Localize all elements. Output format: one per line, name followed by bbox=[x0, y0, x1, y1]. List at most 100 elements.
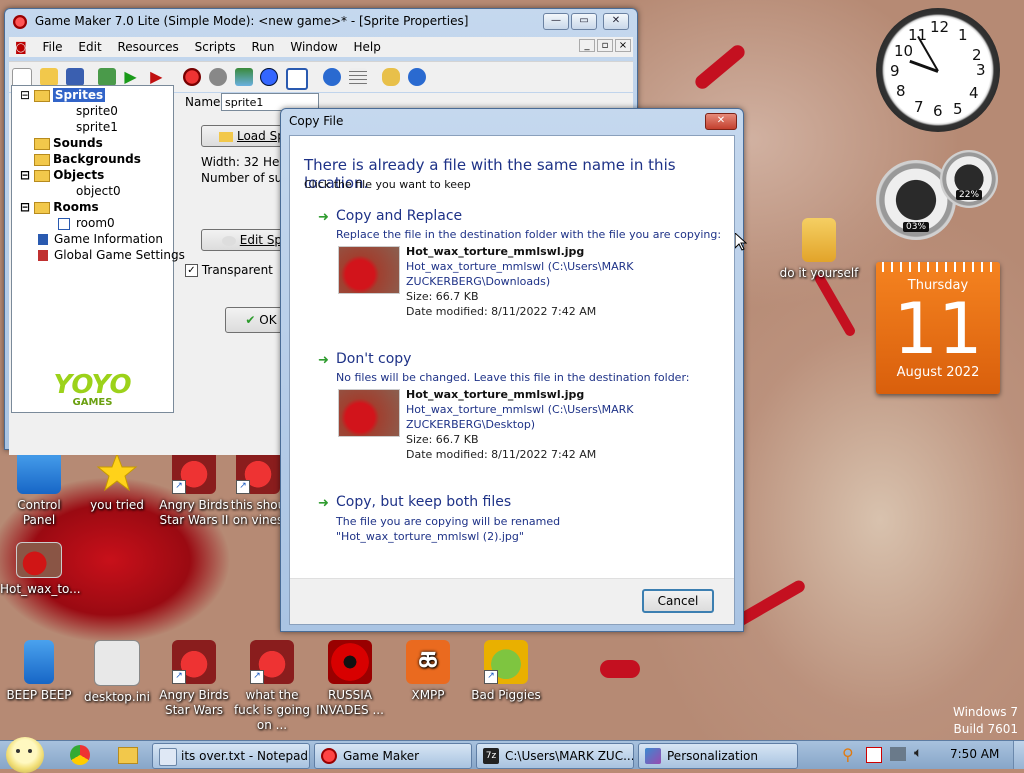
menu-resources[interactable]: Resources bbox=[111, 37, 184, 57]
child-close-button[interactable]: × bbox=[615, 39, 631, 52]
taskbar-button-7zip[interactable]: 7z C:\Users\MARK ZUC... bbox=[476, 743, 634, 769]
tree-node-room0[interactable]: room0 bbox=[58, 216, 115, 231]
desktop-icon-xmpp[interactable]: ཆ XMPP bbox=[389, 640, 467, 703]
desktop-icon-hot-wax[interactable]: Hot_wax_to... bbox=[0, 542, 81, 597]
copy-file-body: There is already a file with the same na… bbox=[289, 135, 735, 625]
minimize-button[interactable]: — bbox=[543, 13, 569, 30]
explorer-icon[interactable] bbox=[118, 747, 138, 764]
shortcut-arrow-icon: ↗ bbox=[484, 670, 498, 684]
option-keep-both[interactable]: ➜ Copy, but keep both files The file you… bbox=[290, 492, 734, 543]
object-icon[interactable] bbox=[260, 68, 279, 86]
transparent-checkbox[interactable]: ✓ Transparent bbox=[185, 263, 273, 277]
taskbar-button-game-maker[interactable]: Game Maker bbox=[314, 743, 472, 769]
menu-help[interactable]: Help bbox=[348, 37, 387, 57]
dialog-close-button[interactable]: ✕ bbox=[705, 113, 737, 130]
menu-file[interactable]: File bbox=[36, 37, 68, 57]
show-desktop-button[interactable] bbox=[1013, 741, 1024, 769]
search-icon[interactable]: ⚲ bbox=[842, 745, 854, 764]
cancel-button[interactable]: Cancel bbox=[642, 589, 714, 613]
menu-window[interactable]: Window bbox=[284, 37, 343, 57]
menu-run[interactable]: Run bbox=[246, 37, 281, 57]
desktop-icon-control-panel[interactable]: Control Panel bbox=[0, 450, 78, 528]
run-debug-icon[interactable]: ▶ bbox=[150, 68, 168, 86]
settings-list-icon[interactable] bbox=[348, 68, 367, 86]
watermark-line1: Windows 7 bbox=[952, 705, 1018, 719]
wax-streak bbox=[813, 272, 857, 338]
memory-meter-gadget[interactable]: 22% bbox=[940, 150, 998, 208]
desktop-icon-angry-birds-star-wars[interactable]: ↗ Angry Birds Star Wars bbox=[155, 640, 233, 718]
desktop-icon-you-tried[interactable]: you tried bbox=[78, 450, 156, 513]
taskbar-button-personalization[interactable]: Personalization bbox=[638, 743, 798, 769]
clock-number: 9 bbox=[890, 62, 900, 80]
clock-number: 1 bbox=[958, 26, 968, 44]
option-subtitle: Replace the file in the destination fold… bbox=[336, 228, 722, 241]
angry-birds-icon: ↗ bbox=[172, 450, 216, 494]
save-icon[interactable] bbox=[65, 68, 84, 86]
file-size: Size: 66.7 KB bbox=[406, 290, 479, 303]
file-path: Hot_wax_torture_mmlswl (C:\Users\MARK ZU… bbox=[406, 260, 634, 288]
info-icon[interactable] bbox=[323, 68, 342, 86]
file-info: Hot_wax_torture_mmlswl.jpg Hot_wax_tortu… bbox=[406, 387, 716, 462]
taskbar-clock[interactable]: 7:50 AM bbox=[950, 747, 999, 761]
copy-file-dialog[interactable]: Copy File ✕ There is already a file with… bbox=[280, 108, 744, 632]
sound-icon[interactable] bbox=[208, 68, 227, 86]
mouse-cursor-icon bbox=[735, 233, 747, 251]
option-dont-copy[interactable]: ➜ Don't copy No files will be changed. L… bbox=[290, 349, 734, 473]
desktop-icon-russia-invades[interactable]: RUSSIA INVADES ... bbox=[311, 640, 389, 718]
tree-node-objects[interactable]: ⊟ Objects bbox=[20, 168, 104, 183]
volume-icon[interactable]: 🔈︎ bbox=[914, 745, 922, 761]
settings-page-icon bbox=[38, 250, 48, 261]
calendar-gadget[interactable]: Thursday 11 August 2022 bbox=[876, 262, 1000, 394]
create-executable-icon[interactable] bbox=[98, 68, 117, 86]
personalization-icon bbox=[645, 748, 661, 764]
copy-file-titlebar[interactable]: Copy File ✕ bbox=[281, 109, 743, 133]
tree-node-sounds[interactable]: Sounds bbox=[34, 136, 103, 151]
chrome-icon[interactable] bbox=[70, 745, 90, 765]
wax-streak bbox=[600, 660, 640, 678]
tree-node-sprite0[interactable]: sprite0 bbox=[76, 104, 118, 119]
info-page-icon bbox=[38, 234, 48, 245]
maximize-button[interactable]: ▭ bbox=[571, 13, 597, 30]
background-icon[interactable] bbox=[234, 68, 253, 86]
desktop-icon-desktop-ini[interactable]: desktop.ini bbox=[78, 640, 156, 705]
document-icon[interactable]: ◙ bbox=[9, 37, 33, 57]
checkmark-icon: ✔ bbox=[245, 313, 256, 327]
run-icon[interactable]: ▶ bbox=[124, 68, 142, 86]
taskbar-button-notepad[interactable]: its over.txt - Notepad bbox=[152, 743, 310, 769]
desktop-icon-label: Bad Piggies bbox=[471, 688, 541, 702]
clock-gadget[interactable]: 12 1 2 3 4 5 6 7 8 9 10 11 bbox=[876, 8, 1000, 132]
file-name: Hot_wax_torture_mmlswl.jpg bbox=[406, 245, 585, 258]
tree-node-backgrounds[interactable]: Backgrounds bbox=[34, 152, 141, 167]
desktop-icon-what-the[interactable]: ↗ what the fuck is going on ... bbox=[233, 640, 311, 733]
room-icon[interactable] bbox=[286, 68, 309, 90]
desktop-icon-label: XMPP bbox=[411, 688, 445, 702]
menu-scripts[interactable]: Scripts bbox=[189, 37, 242, 57]
gamemaker-menubar: ◙ File Edit Resources Scripts Run Window… bbox=[9, 37, 633, 57]
tree-node-game-information[interactable]: Game Information bbox=[38, 232, 163, 247]
desktop-icon-beep-beep[interactable]: BEEP BEEP bbox=[0, 640, 78, 703]
tree-node-global-settings[interactable]: Global Game Settings bbox=[38, 248, 185, 263]
option-title: Copy, but keep both files bbox=[336, 494, 512, 510]
help-icon[interactable] bbox=[407, 68, 426, 86]
child-minimize-button[interactable]: _ bbox=[579, 39, 595, 52]
tree-node-sprite1[interactable]: sprite1 bbox=[76, 120, 118, 135]
tree-node-object0[interactable]: object0 bbox=[76, 184, 121, 199]
close-button[interactable]: ✕ bbox=[603, 13, 629, 30]
desktop-icon-bad-piggies[interactable]: ↗ Bad Piggies bbox=[467, 640, 545, 703]
advanced-mode-icon[interactable] bbox=[381, 68, 400, 86]
blue-file-icon bbox=[24, 640, 54, 684]
sprite-icon[interactable] bbox=[182, 68, 201, 86]
child-restore-button[interactable]: ▫ bbox=[597, 39, 613, 52]
tree-node-rooms[interactable]: ⊟ Rooms bbox=[20, 200, 99, 215]
option-copy-and-replace[interactable]: ➜ Copy and Replace Replace the file in t… bbox=[290, 206, 734, 330]
gamemaker-titlebar[interactable]: Game Maker 7.0 Lite (Simple Mode): <new … bbox=[5, 9, 637, 33]
open-icon[interactable] bbox=[39, 68, 58, 86]
resource-tree[interactable]: ⊟ Sprites sprite0 sprite1 Sounds Backgro… bbox=[11, 85, 185, 413]
action-center-icon[interactable] bbox=[866, 747, 882, 763]
settings-file-icon bbox=[94, 640, 140, 686]
menu-edit[interactable]: Edit bbox=[72, 37, 107, 57]
desktop-icon-do-it-yourself[interactable]: do it yourself bbox=[778, 218, 860, 281]
room-icon bbox=[58, 217, 70, 230]
network-icon[interactable] bbox=[890, 747, 906, 761]
tree-node-sprites[interactable]: ⊟ Sprites bbox=[20, 88, 106, 103]
